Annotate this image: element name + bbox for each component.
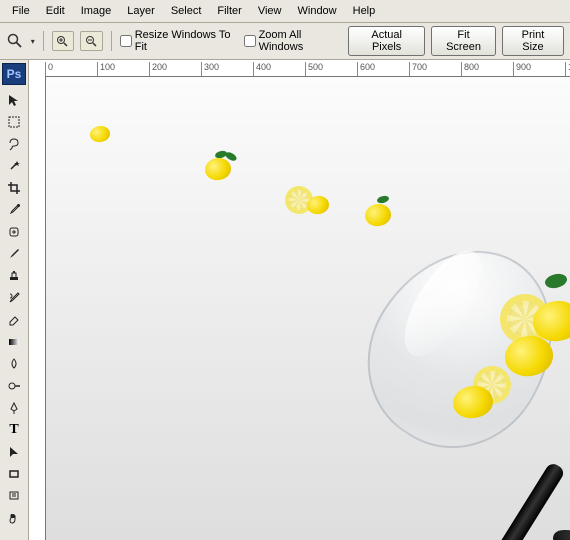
horizontal-ruler[interactable]: 0 100 200 300 400 500 600 700 800 900 10… <box>45 60 570 77</box>
ruler-tick: 500 <box>305 62 323 76</box>
divider <box>43 31 44 51</box>
dropdown-arrow-icon[interactable]: ▾ <box>31 37 35 46</box>
glass-stem-image <box>482 461 566 540</box>
dodge-tool[interactable] <box>2 375 26 397</box>
glass-foot-image <box>544 517 570 540</box>
lasso-tool[interactable] <box>2 133 26 155</box>
canvas-area[interactable]: 0 100 200 300 400 500 600 700 800 900 10… <box>29 60 570 540</box>
ruler-tick: 1000 <box>565 62 570 76</box>
eraser-tool[interactable] <box>2 309 26 331</box>
blur-tool[interactable] <box>2 353 26 375</box>
leaf-image <box>543 270 569 292</box>
document-content[interactable] <box>45 76 570 540</box>
menu-edit[interactable]: Edit <box>38 2 73 20</box>
resize-windows-label: Resize Windows To Fit <box>135 29 238 53</box>
ruler-origin[interactable] <box>29 60 46 77</box>
ruler-tick: 700 <box>409 62 427 76</box>
eyedropper-tool[interactable] <box>2 199 26 221</box>
options-bar: ▾ Resize Windows To Fit Zoom All Windows… <box>0 23 570 60</box>
vertical-ruler[interactable] <box>29 76 46 540</box>
menu-select[interactable]: Select <box>163 2 210 20</box>
zoom-all-checkbox[interactable]: Zoom All Windows <box>244 29 343 53</box>
notes-tool[interactable] <box>2 485 26 507</box>
menu-image[interactable]: Image <box>73 2 120 20</box>
history-brush-tool[interactable] <box>2 287 26 309</box>
toolbox: Ps T <box>0 60 29 540</box>
lemon-image <box>306 195 330 216</box>
wand-tool[interactable] <box>2 155 26 177</box>
print-size-button[interactable]: Print Size <box>502 26 564 56</box>
type-tool[interactable]: T <box>2 419 26 441</box>
ruler-tick: 400 <box>253 62 271 76</box>
menu-help[interactable]: Help <box>345 2 384 20</box>
zoom-out-button[interactable] <box>80 31 103 51</box>
brush-tool[interactable] <box>2 243 26 265</box>
menu-window[interactable]: Window <box>290 2 345 20</box>
crop-tool[interactable] <box>2 177 26 199</box>
lemon-image <box>364 202 393 227</box>
fit-screen-button[interactable]: Fit Screen <box>431 26 496 56</box>
lemon-image <box>89 125 111 144</box>
rectangle-tool[interactable] <box>2 463 26 485</box>
ruler-tick: 900 <box>513 62 531 76</box>
divider <box>111 31 112 51</box>
workspace: Ps T 0 100 200 300 400 500 600 700 <box>0 60 570 540</box>
move-tool[interactable] <box>2 89 26 111</box>
menu-view[interactable]: View <box>250 2 290 20</box>
menu-filter[interactable]: Filter <box>209 2 249 20</box>
menu-layer[interactable]: Layer <box>119 2 163 20</box>
actual-pixels-button[interactable]: Actual Pixels <box>348 26 425 56</box>
ps-logo-icon: Ps <box>2 63 26 85</box>
gradient-tool[interactable] <box>2 331 26 353</box>
ruler-tick: 600 <box>357 62 375 76</box>
pen-tool[interactable] <box>2 397 26 419</box>
zoom-all-label: Zoom All Windows <box>259 29 343 53</box>
ruler-tick: 200 <box>149 62 167 76</box>
healing-brush-tool[interactable] <box>2 221 26 243</box>
resize-windows-checkbox[interactable]: Resize Windows To Fit <box>120 29 238 53</box>
menu-bar: File Edit Image Layer Select Filter View… <box>0 0 570 23</box>
ruler-tick: 800 <box>461 62 479 76</box>
ruler-tick: 300 <box>201 62 219 76</box>
menu-file[interactable]: File <box>4 2 38 20</box>
clone-stamp-tool[interactable] <box>2 265 26 287</box>
lemon-image <box>204 156 233 181</box>
marquee-tool[interactable] <box>2 111 26 133</box>
zoom-tool-icon[interactable] <box>6 32 25 50</box>
zoom-in-button[interactable] <box>52 31 75 51</box>
ruler-tick: 100 <box>97 62 115 76</box>
path-selection-tool[interactable] <box>2 441 26 463</box>
ruler-tick: 0 <box>45 62 53 76</box>
